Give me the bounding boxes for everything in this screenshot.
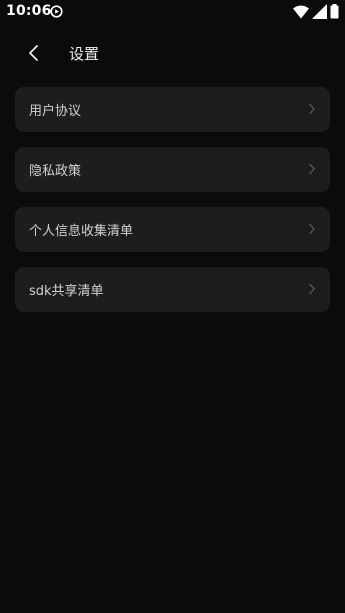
signal-icon [312, 4, 327, 19]
menu-list: 用户协议 隐私政策 个人信息收集清单 sdk共享清单 [15, 87, 330, 327]
page-title: 设置 [69, 45, 100, 63]
menu-item-sdk-sharing-list[interactable]: sdk共享清单 [15, 267, 330, 312]
header: 设置 [0, 33, 345, 73]
chevron-right-icon [309, 163, 315, 175]
chevron-right-icon [309, 223, 315, 235]
menu-item-label: 隐私政策 [29, 164, 82, 179]
menu-item-label: 用户协议 [29, 104, 82, 119]
battery-icon [330, 4, 339, 19]
chevron-right-icon [309, 283, 315, 295]
menu-item-privacy-policy[interactable]: 隐私政策 [15, 147, 330, 192]
menu-item-label: 个人信息收集清单 [29, 224, 134, 239]
chevron-right-icon [309, 103, 315, 115]
status-time: 10:06 [6, 3, 52, 19]
chevron-left-icon [29, 45, 38, 61]
wifi-icon [293, 5, 309, 19]
play-icon [50, 5, 63, 18]
menu-item-label: sdk共享清单 [29, 284, 104, 299]
menu-item-user-agreement[interactable]: 用户协议 [15, 87, 330, 132]
back-button[interactable] [22, 41, 46, 65]
status-bar: 10:06 [0, 0, 345, 24]
menu-item-personal-info-list[interactable]: 个人信息收集清单 [15, 207, 330, 252]
